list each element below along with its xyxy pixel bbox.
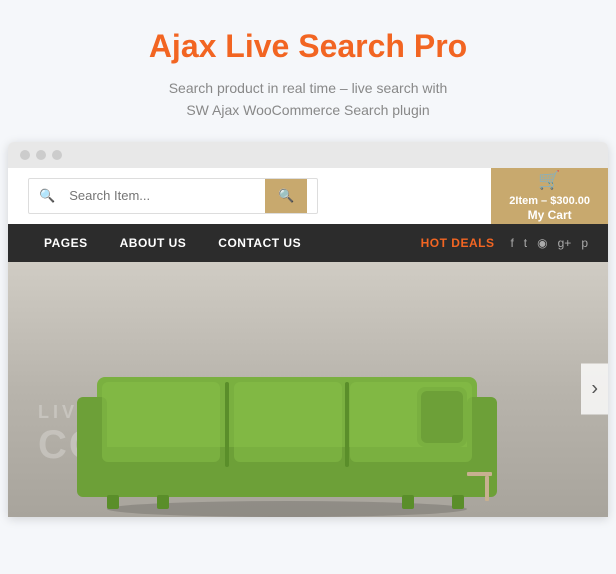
social-icons: f t ◉ g+ p — [510, 236, 588, 250]
search-bar: 🔍 🔍 — [28, 178, 318, 214]
cart-summary: 2Item – $300.00 — [509, 195, 590, 207]
nav-bar: PAGES ABOUT US CONTACT US HOT DEALS f t … — [8, 224, 608, 262]
cart-icon: 🛒 — [538, 170, 560, 191]
facebook-icon[interactable]: f — [510, 236, 513, 250]
search-btn-icon: 🔍 — [278, 188, 294, 203]
cart-button[interactable]: 🛒 2Item – $300.00 My Cart — [491, 168, 608, 224]
rss-icon[interactable]: ◉ — [537, 236, 547, 250]
page-subtitle: Search product in real time – live searc… — [20, 77, 596, 122]
nav-item-about[interactable]: ABOUT US — [104, 224, 203, 262]
browser-dot-3 — [52, 150, 62, 160]
nav-item-pages[interactable]: PAGES — [28, 224, 104, 262]
browser-dot-1 — [20, 150, 30, 160]
store-header: 🔍 🔍 🛒 2Item – $300.00 My Cart — [8, 168, 608, 224]
cart-label: My Cart — [528, 208, 572, 222]
pinterest-icon[interactable]: p — [581, 236, 588, 250]
page-title: Ajax Live Search Pro — [20, 28, 596, 65]
hero-section: LIVINGROOM COLLECTION — [8, 262, 608, 517]
search-input[interactable] — [65, 180, 265, 211]
browser-dot-2 — [36, 150, 46, 160]
sofa-illustration — [77, 317, 497, 517]
nav-item-hotdeals[interactable]: HOT DEALS — [405, 224, 511, 262]
nav-item-contact[interactable]: CONTACT US — [202, 224, 317, 262]
browser-mockup: 🔍 🔍 🛒 2Item – $300.00 My Cart PAGES ABOU… — [8, 142, 608, 517]
search-icon: 🔍 — [29, 180, 65, 212]
top-section: Ajax Live Search Pro Search product in r… — [0, 0, 616, 142]
twitter-icon[interactable]: t — [524, 236, 527, 250]
browser-bar — [8, 142, 608, 168]
hero-next-button[interactable]: › — [581, 364, 608, 415]
googleplus-icon[interactable]: g+ — [558, 236, 572, 250]
search-button[interactable]: 🔍 — [265, 179, 307, 213]
